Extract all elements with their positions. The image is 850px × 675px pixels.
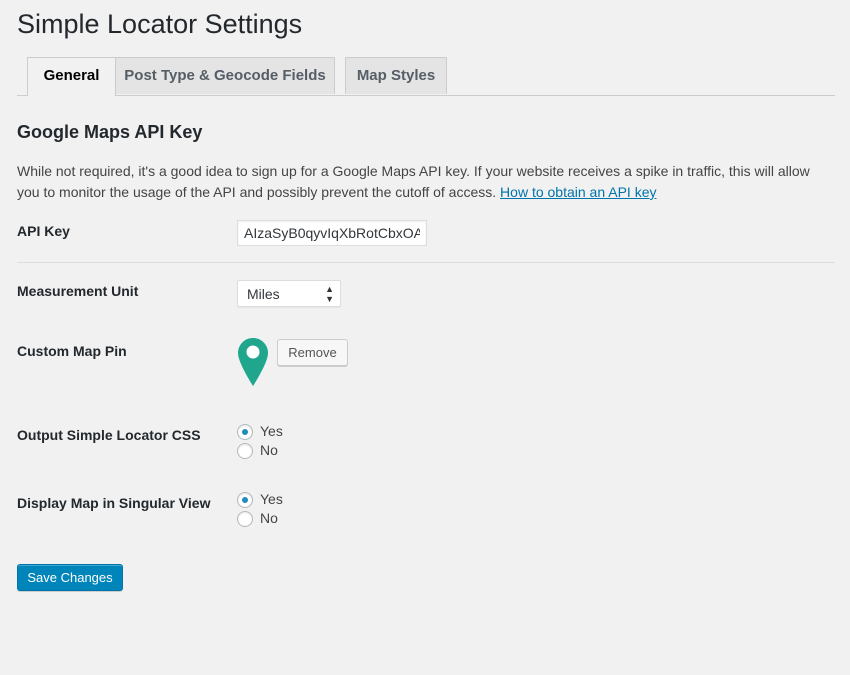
- output-css-yes-radio[interactable]: [237, 424, 253, 440]
- display-map-no-label: No: [260, 510, 278, 526]
- section-divider: [17, 262, 835, 263]
- remove-pin-button[interactable]: Remove: [277, 339, 348, 366]
- tab-map-styles[interactable]: Map Styles: [345, 57, 447, 94]
- custom-map-pin-label: Custom Map Pin: [17, 343, 127, 359]
- page-title: Simple Locator Settings: [17, 9, 303, 39]
- tab-post-type-geocode-fields[interactable]: Post Type & Geocode Fields: [115, 57, 335, 94]
- section-title: Google Maps API Key: [17, 122, 203, 142]
- measurement-unit-value: Miles: [247, 286, 280, 302]
- output-css-no-label: No: [260, 442, 278, 458]
- display-map-no-radio[interactable]: [237, 511, 253, 527]
- display-map-label: Display Map in Singular View: [17, 495, 211, 511]
- intro-text: While not required, it's a good idea to …: [17, 163, 810, 200]
- measurement-unit-label: Measurement Unit: [17, 283, 139, 299]
- settings-tabs: General Post Type & Geocode Fields Map S…: [17, 57, 835, 96]
- select-arrows-icon: ▲ ▼: [325, 284, 334, 304]
- output-css-yes-label: Yes: [260, 423, 283, 439]
- api-key-input[interactable]: [237, 220, 427, 246]
- measurement-unit-select[interactable]: Miles ▲ ▼: [237, 280, 341, 307]
- display-map-yes-label: Yes: [260, 491, 283, 507]
- api-key-label: API Key: [17, 223, 70, 239]
- api-key-intro: While not required, it's a good idea to …: [17, 161, 827, 203]
- save-changes-button[interactable]: Save Changes: [17, 564, 123, 591]
- output-css-label: Output Simple Locator CSS: [17, 427, 201, 443]
- tab-general[interactable]: General: [27, 57, 116, 96]
- api-key-help-link[interactable]: How to obtain an API key: [500, 184, 656, 200]
- output-css-no-radio[interactable]: [237, 443, 253, 459]
- map-pin-icon: [238, 338, 268, 386]
- display-map-yes-radio[interactable]: [237, 492, 253, 508]
